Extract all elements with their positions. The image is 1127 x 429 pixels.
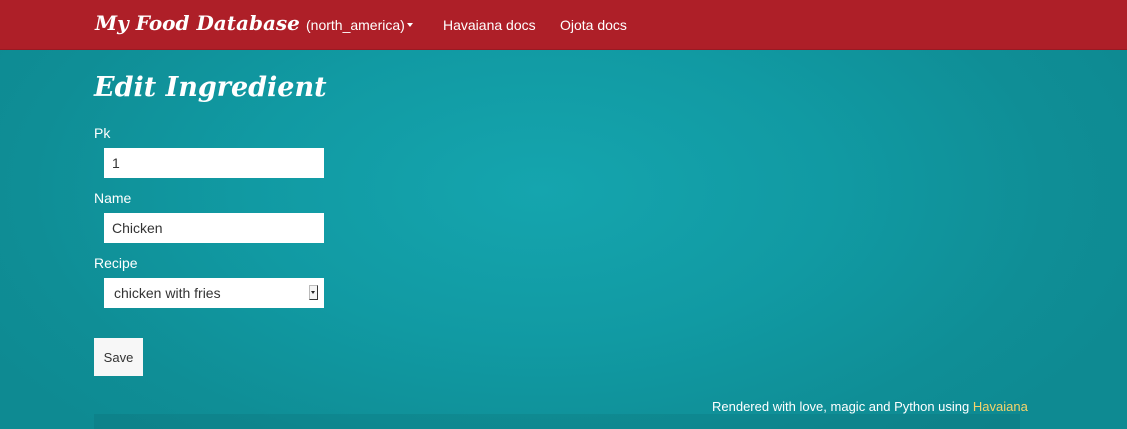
navbar: My Food Database (north_america) Havaian…: [0, 0, 1127, 50]
recipe-select[interactable]: chicken with fries: [104, 278, 324, 308]
footer: Rendered with love, magic and Python usi…: [712, 399, 1028, 414]
pk-label: Pk: [94, 125, 111, 141]
page-title: Edit Ingredient: [94, 72, 327, 103]
pk-input[interactable]: [104, 148, 324, 178]
dropdown-arrow-icon: [309, 285, 318, 300]
footer-strip: [94, 414, 1020, 429]
name-input[interactable]: [104, 213, 324, 243]
name-label: Name: [94, 190, 132, 206]
region-label: (north_america): [306, 17, 405, 33]
save-button[interactable]: Save: [94, 338, 143, 376]
nav-ojota-docs[interactable]: Ojota docs: [560, 17, 627, 33]
havaiana-link[interactable]: Havaiana: [973, 399, 1028, 414]
recipe-label: Recipe: [94, 255, 138, 271]
region-dropdown[interactable]: (north_america): [306, 17, 413, 33]
caret-down-icon: [406, 23, 413, 28]
nav-havaiana-docs[interactable]: Havaiana docs: [443, 17, 536, 33]
footer-text: Rendered with love, magic and Python usi…: [712, 399, 973, 414]
recipe-selected-value: chicken with fries: [114, 285, 221, 301]
brand-link[interactable]: My Food Database: [95, 11, 300, 35]
